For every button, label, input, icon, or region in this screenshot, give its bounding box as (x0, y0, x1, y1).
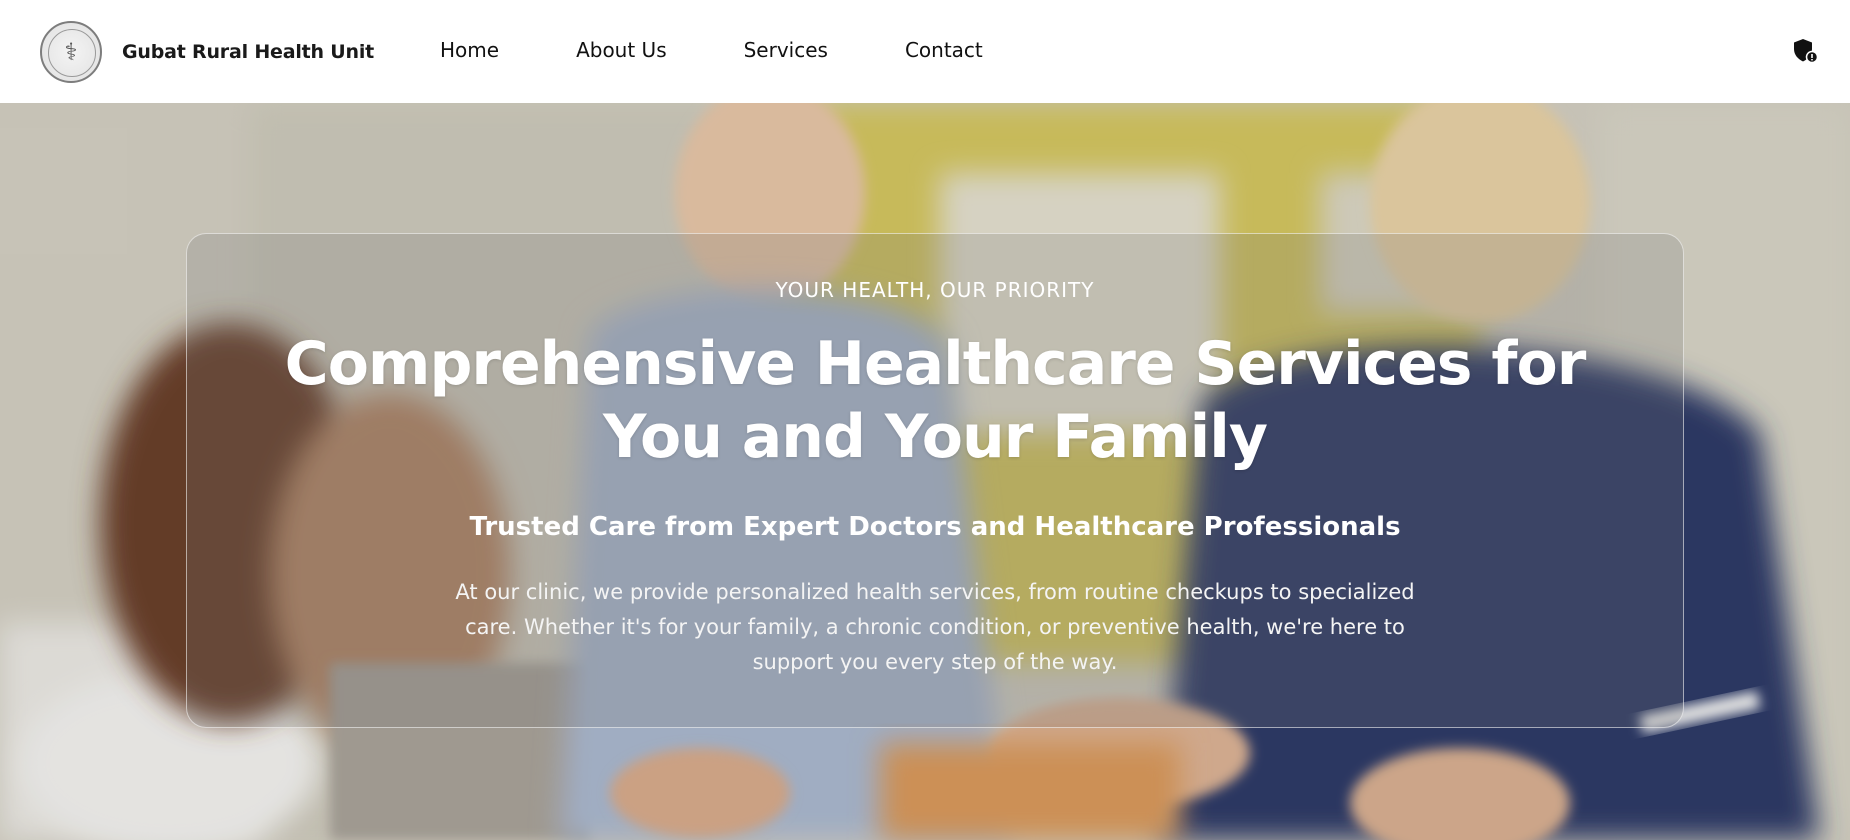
nav-link-home[interactable]: Home (440, 38, 499, 62)
caduceus-icon: ⚕ (64, 38, 78, 66)
hero-headline: Comprehensive Healthcare Services for Yo… (284, 329, 1587, 472)
brand-name: Gubat Rural Health Unit (122, 41, 375, 63)
nav-link-contact[interactable]: Contact (905, 38, 983, 62)
brand[interactable]: ⚕ Gubat Rural Health Unit (40, 21, 374, 83)
nav-link-services[interactable]: Services (744, 38, 828, 62)
health-office-seal-logo: ⚕ (40, 21, 102, 83)
shield-icon[interactable] (1792, 38, 1818, 64)
navbar: ⚕ Gubat Rural Health Unit Home About Us … (0, 0, 1850, 103)
hero-subheadline: Trusted Care from Expert Doctors and Hea… (469, 512, 1401, 542)
hero-glass-card: YOUR HEALTH, OUR PRIORITY Comprehensive … (186, 233, 1684, 728)
main-nav: Home About Us Services Contact (440, 38, 1060, 62)
nav-link-about-us[interactable]: About Us (576, 38, 667, 62)
hero-eyebrow: YOUR HEALTH, OUR PRIORITY (775, 278, 1095, 302)
hero-section: YOUR HEALTH, OUR PRIORITY Comprehensive … (0, 103, 1850, 840)
hero-description: At our clinic, we provide personalized h… (455, 580, 1415, 674)
